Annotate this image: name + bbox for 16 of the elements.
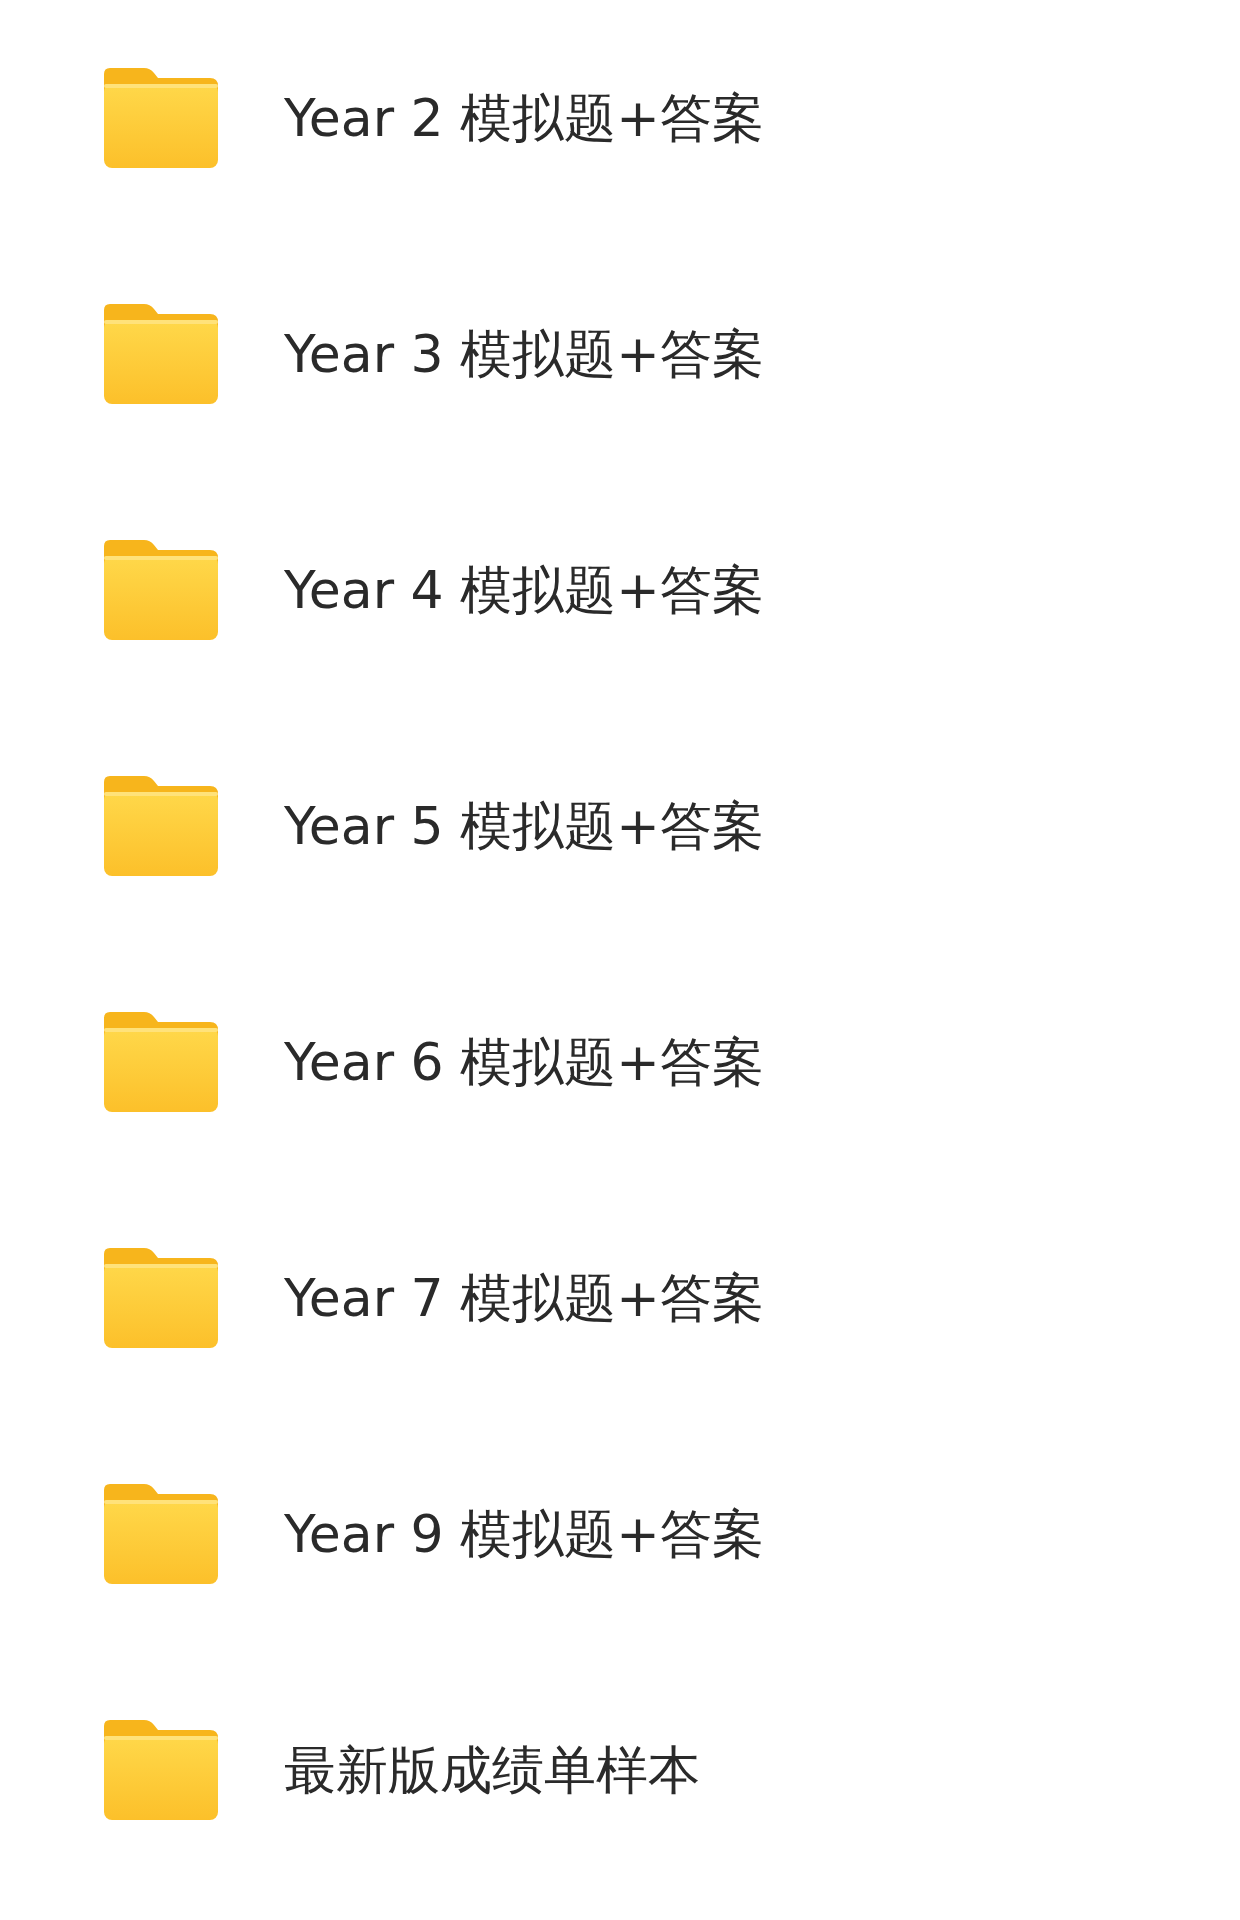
folder-icon [104, 1720, 218, 1820]
folder-name[interactable]: Year 3 模拟题+答案 [284, 315, 764, 393]
folder-icon [104, 68, 218, 168]
folder-name[interactable]: Year 2 模拟题+答案 [284, 79, 764, 157]
folder-name[interactable]: Year 9 模拟题+答案 [284, 1495, 764, 1573]
folder-name[interactable]: Year 7 模拟题+答案 [284, 1259, 764, 1337]
folder-name[interactable]: Year 4 模拟题+答案 [284, 551, 764, 629]
folder-name[interactable]: 最新版成绩单样本 [284, 1731, 700, 1809]
folder-icon [104, 1248, 218, 1348]
folder-icon [104, 1484, 218, 1584]
folder-icon [104, 1012, 218, 1112]
folder-icon [104, 304, 218, 404]
folder-icon [104, 540, 218, 640]
folder-name[interactable]: Year 6 模拟题+答案 [284, 1023, 764, 1101]
folder-icon [104, 776, 218, 876]
folder-name[interactable]: Year 5 模拟题+答案 [284, 787, 764, 865]
